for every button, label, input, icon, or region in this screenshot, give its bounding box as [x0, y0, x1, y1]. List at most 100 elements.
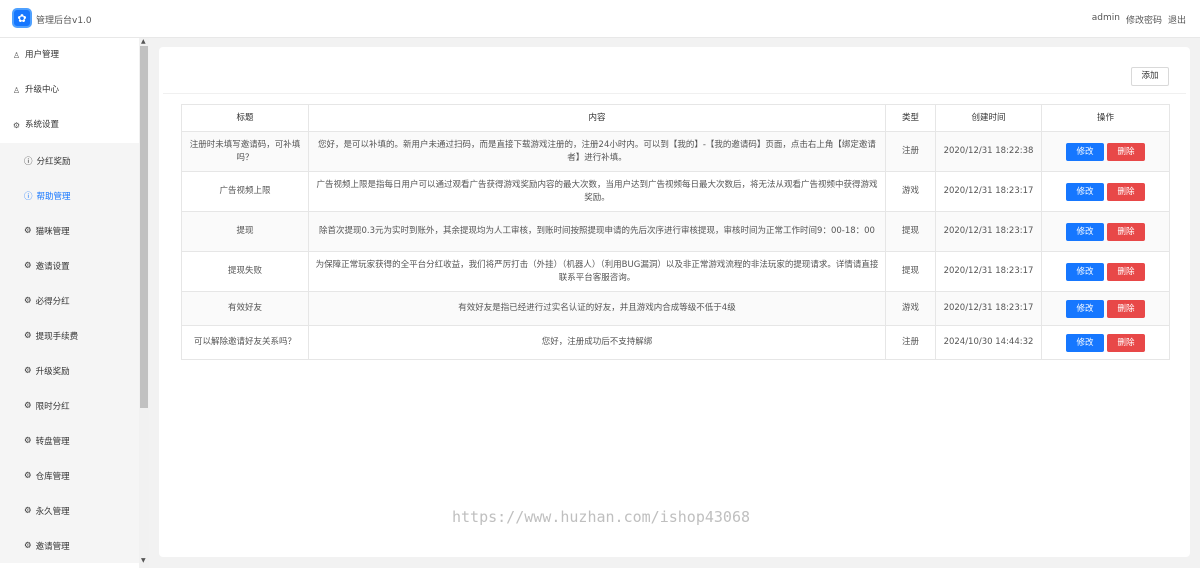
sidebar-scrollbar[interactable]: ▲ ▼	[139, 38, 149, 568]
divider	[163, 93, 1186, 94]
sidebar-item-label: 分红奖励	[36, 156, 71, 167]
gear-icon: ⚙	[24, 470, 32, 481]
column-header-content: 内容	[308, 104, 886, 132]
gear-icon: ⚙	[24, 260, 32, 271]
add-button[interactable]: 添加	[1131, 67, 1169, 86]
cell-created: 2020/12/31 18:22:38	[935, 131, 1042, 172]
delete-button[interactable]: 删除	[1107, 333, 1145, 352]
sidebar-sub-withdraw-fee[interactable]: ⚙ 提现手续费	[0, 318, 149, 353]
sidebar-sub-limited-dividend[interactable]: ⚙ 限时分红	[0, 388, 149, 423]
sidebar-sub-cat-management[interactable]: ⚙ 猫咪管理	[0, 213, 149, 248]
scroll-thumb[interactable]	[140, 46, 148, 408]
cell-created: 2020/12/31 18:23:17	[935, 211, 1042, 252]
sidebar-item-settings[interactable]: ⚙ 系统设置	[0, 108, 149, 143]
cell-content: 您好，注册成功后不支持解绑	[308, 325, 886, 360]
sidebar-sub-permanent-management[interactable]: ⚙ 永久管理	[0, 493, 149, 528]
cell-actions: 修改 删除	[1041, 291, 1170, 326]
user-icon: ♙	[12, 86, 21, 95]
cell-actions: 修改 删除	[1041, 211, 1170, 252]
cell-title: 注册时未填写邀请码，可补填吗？	[181, 131, 309, 172]
cell-title: 提现	[181, 211, 309, 252]
cell-actions: 修改 删除	[1041, 251, 1170, 292]
top-header: ✿ 管理后台v1.0 admin 修改密码 退出	[0, 0, 1200, 38]
table-row: 可以解除邀请好友关系吗？ 您好，注册成功后不支持解绑 注册 2024/10/30…	[181, 325, 1170, 360]
edit-button[interactable]: 修改	[1066, 222, 1104, 241]
info-circle-icon: ⓘ	[24, 191, 33, 202]
cell-created: 2024/10/30 14:44:32	[935, 325, 1042, 360]
scroll-down-arrow-icon[interactable]: ▼	[141, 557, 146, 564]
sidebar-item-label: 用户管理	[25, 50, 60, 60]
gear-icon: ⚙	[24, 330, 32, 341]
username-link[interactable]: admin	[1092, 13, 1120, 26]
delete-button[interactable]: 删除	[1107, 142, 1145, 161]
column-header-type: 类型	[885, 104, 936, 132]
delete-button[interactable]: 删除	[1107, 262, 1145, 281]
content-panel: 添加 标题 内容 类型 创建时间 操作 注册时未填写邀请码，可补填吗？ 您好，是…	[159, 47, 1190, 557]
watermark-text: https://www.huzhan.com/ishop43068	[452, 508, 751, 526]
sidebar-sub-upgrade-reward[interactable]: ⚙ 升级奖励	[0, 353, 149, 388]
app-title: 管理后台v1.0	[36, 16, 92, 26]
cell-created: 2020/12/31 18:23:17	[935, 251, 1042, 292]
cell-created: 2020/12/31 18:23:17	[935, 171, 1042, 212]
table-row: 有效好友 有效好友是指已经进行过实名认证的好友，并且游戏内合成等级不低于4级 游…	[181, 291, 1170, 326]
cell-title: 可以解除邀请好友关系吗？	[181, 325, 309, 360]
logout-link[interactable]: 退出	[1168, 13, 1186, 26]
edit-button[interactable]: 修改	[1066, 182, 1104, 201]
column-header-title: 标题	[181, 104, 309, 132]
edit-button[interactable]: 修改	[1066, 299, 1104, 318]
cell-type: 游戏	[885, 291, 936, 326]
table-row: 提现失败 为保障正常玩家获得的全平台分红收益，我们将严厉打击（外挂）（机器人）（…	[181, 251, 1170, 292]
edit-button[interactable]: 修改	[1066, 333, 1104, 352]
sidebar-item-label: 升级奖励	[35, 366, 70, 377]
user-menu: admin 修改密码 退出	[1092, 13, 1186, 26]
change-password-link[interactable]: 修改密码	[1126, 13, 1162, 26]
sidebar-item-label: 永久管理	[35, 506, 70, 517]
gear-icon: ⚙	[24, 295, 32, 306]
sidebar-item-label: 仓库管理	[35, 471, 70, 482]
scroll-up-arrow-icon[interactable]: ▲	[141, 38, 146, 45]
edit-button[interactable]: 修改	[1066, 142, 1104, 161]
sidebar-item-label: 邀请设置	[35, 261, 70, 272]
cell-title: 提现失败	[181, 251, 309, 292]
cell-content: 您好，是可以补填的。新用户未通过扫码，而是直接下载游戏注册的，注册24小时内。可…	[308, 131, 886, 172]
sidebar-item-label: 升级中心	[25, 85, 60, 95]
cell-title: 有效好友	[181, 291, 309, 326]
edit-button[interactable]: 修改	[1066, 262, 1104, 281]
sidebar-item-label: 系统设置	[25, 120, 60, 130]
app-logo-icon: ✿	[12, 8, 32, 28]
cell-content: 为保障正常玩家获得的全平台分红收益，我们将严厉打击（外挂）（机器人）（利用BUG…	[308, 251, 886, 292]
cell-content: 除首次提现0.3元为实时到账外，其余提现均为人工审核，到账时间按照提现申请的先后…	[308, 211, 886, 252]
delete-button[interactable]: 删除	[1107, 222, 1145, 241]
sidebar-sub-guaranteed-dividend[interactable]: ⚙ 必得分红	[0, 283, 149, 318]
sidebar-sub-invite-settings[interactable]: ⚙ 邀请设置	[0, 248, 149, 283]
cell-actions: 修改 删除	[1041, 131, 1170, 172]
cell-actions: 修改 删除	[1041, 325, 1170, 360]
gear-icon: ⚙	[12, 121, 21, 130]
cell-type: 注册	[885, 325, 936, 360]
sidebar-sub-help-management[interactable]: ⓘ 帮助管理	[0, 178, 149, 213]
delete-button[interactable]: 删除	[1107, 182, 1145, 201]
sidebar-sub-dividend-reward[interactable]: ⓘ 分红奖励	[0, 143, 149, 178]
sidebar-item-users[interactable]: ♙ 用户管理	[0, 38, 149, 73]
sidebar-sub-invite-management[interactable]: ⚙ 邀请管理	[0, 528, 149, 563]
sidebar: ♙ 用户管理 ♙ 升级中心 ⚙ 系统设置 ⓘ 分红奖励 ⓘ 帮助管理 ⚙ 猫咪管…	[0, 38, 149, 568]
gear-icon: ⚙	[24, 540, 32, 551]
sidebar-item-label: 猫咪管理	[35, 226, 70, 237]
sidebar-item-label: 帮助管理	[36, 191, 71, 202]
table-row: 广告视频上限 广告视频上限是指每日用户可以通过观看广告获得游戏奖励内容的最大次数…	[181, 171, 1170, 212]
info-circle-icon: ⓘ	[24, 156, 33, 167]
cell-type: 注册	[885, 131, 936, 172]
cell-type: 提现	[885, 211, 936, 252]
sidebar-sub-warehouse-management[interactable]: ⚙ 仓库管理	[0, 458, 149, 493]
sidebar-item-upgrade[interactable]: ♙ 升级中心	[0, 73, 149, 108]
table-row: 注册时未填写邀请码，可补填吗？ 您好，是可以补填的。新用户未通过扫码，而是直接下…	[181, 131, 1170, 172]
delete-button[interactable]: 删除	[1107, 299, 1145, 318]
cell-type: 提现	[885, 251, 936, 292]
table-row: 提现 除首次提现0.3元为实时到账外，其余提现均为人工审核，到账时间按照提现申请…	[181, 211, 1170, 252]
gear-icon: ⚙	[24, 505, 32, 516]
sidebar-item-label: 提现手续费	[35, 331, 79, 342]
sidebar-sub-wheel-management[interactable]: ⚙ 转盘管理	[0, 423, 149, 458]
gear-icon: ⚙	[24, 365, 32, 376]
gear-icon: ⚙	[24, 400, 32, 411]
column-header-created: 创建时间	[935, 104, 1042, 132]
